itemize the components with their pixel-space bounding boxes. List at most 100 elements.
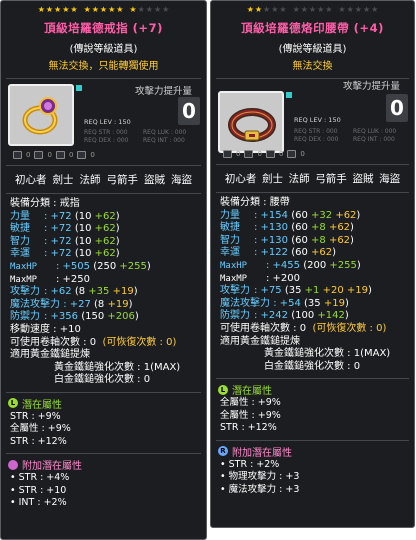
potential-header: L 潛在屬性 — [1, 397, 206, 411]
stat-attack: 攻擊力: +62 (8 +35 +19) — [10, 286, 206, 299]
item-stats: 裝備分類 : 戒指 力量: +72 (10 +62) 敏捷: +72 (10 +… — [1, 194, 206, 387]
stat-value: : +72 — [44, 223, 72, 235]
paren: ) — [356, 209, 361, 221]
trade-warning: 無法交換，只能轉獨使用 — [48, 61, 159, 72]
flag-icon — [55, 151, 65, 159]
golden-hammer: 適用黃金鐵鎚提煉 — [220, 335, 300, 347]
stat-label: MaxHP — [220, 260, 248, 271]
job-magician: 法師 — [288, 173, 310, 185]
stat-value: : +242 — [254, 310, 289, 322]
stat-bonus: +32 — [311, 209, 336, 221]
stat-defense: 防禦力: +242 (100 +142) — [220, 310, 414, 323]
stat-defense: 防禦力: +356 (150 +206) — [10, 311, 206, 324]
req-stats: REQ STR : 000 REQ LUK : 000 REQ DEX : 00… — [294, 128, 412, 143]
potential-line: STR : +9% — [10, 410, 61, 422]
stat-bonus: +62 — [94, 210, 116, 222]
stat-label: MaxMP — [220, 273, 248, 284]
stat-maxhp: MaxHP: +505 (250 +255) — [10, 261, 206, 274]
stat-label: MaxMP — [10, 274, 38, 285]
stat-base: (10 — [74, 248, 95, 260]
star-icon: ★ — [292, 5, 300, 14]
flag-icon — [34, 151, 44, 159]
job-warrior: 劍士 — [261, 173, 283, 185]
stat-extra: +19 — [112, 286, 134, 298]
item-header: 攻擊力提升量 0 REQ LEV : 150 REQ STR : 000 REQ… — [1, 81, 206, 165]
req-level: REQ LEV : 150 — [84, 118, 131, 126]
platinum-hammer-count: 白金鐵鎚強化次數 : 0 — [54, 374, 151, 386]
flag-value: 0 — [257, 150, 262, 158]
star-icon: ★ — [346, 5, 354, 14]
divider — [6, 453, 201, 455]
req-str: REQ STR : 000 — [294, 128, 338, 135]
star-icon: ★ — [354, 5, 362, 14]
attack-increase-label: 攻擊力提升量 — [134, 86, 192, 97]
star-icon: ★ — [338, 5, 346, 14]
req-int: REQ INT : 000 — [353, 136, 395, 143]
stat-label: 智力 — [220, 234, 240, 246]
paren: ) — [128, 298, 133, 310]
divider — [216, 378, 409, 380]
star-group: ★ ★ ★ ★ ★ — [293, 5, 333, 15]
potential-line: 全屬性 : +9% — [220, 409, 281, 421]
stat-extra: +62 — [328, 222, 351, 234]
paren: ) — [115, 235, 120, 247]
additional-potential-label: 附加潛在屬性 — [232, 447, 292, 459]
stat-bonus: +1 — [304, 285, 323, 297]
stat-label: 敏捷 — [10, 223, 30, 235]
slots-recover: (可恢復次數 : 0) — [102, 336, 177, 348]
stat-value: : +250 — [56, 273, 91, 285]
item-title: 頂級培羅德烙印腰帶 (+4) — [211, 20, 414, 36]
rare-badge-icon — [8, 459, 18, 470]
stat-value: : +72 — [44, 248, 72, 260]
job-warrior: 劍士 — [52, 174, 74, 186]
stat-base: (10 — [74, 223, 95, 235]
stat-magic-attack: 魔法攻擊力 : +27 (8 +19) — [10, 299, 206, 312]
paren: ) — [367, 285, 372, 297]
flag-value: 0 — [90, 151, 95, 159]
stat-value: : +72 — [44, 235, 72, 247]
potential-lines: 全屬性 : +9% 全屬性 : +9% STR : +12% — [211, 397, 414, 435]
stat-value: : +122 — [254, 247, 289, 259]
flag-icon — [13, 151, 22, 159]
job-thief: 盜賊 — [352, 173, 374, 185]
stat-value: : +200 — [266, 272, 301, 284]
flag-icon — [244, 150, 254, 158]
trade-warning: 無法交換 — [292, 61, 333, 72]
stat-value: : +154 — [254, 209, 289, 221]
item-flags: 0 0 0 0 — [223, 150, 305, 158]
stat-bonus: +62 — [94, 235, 116, 247]
stat-label: 防禦力 — [10, 311, 40, 323]
star-group: ★ ★ ★ ★ ★ — [129, 5, 169, 15]
paren: ) — [146, 260, 151, 272]
slots-recover: (可恢復次數 : 0) — [312, 322, 387, 334]
star-icon: ★ — [137, 5, 145, 14]
flag-icon — [287, 150, 297, 158]
star-icon: ★ — [129, 5, 137, 14]
star-icon: ★ — [246, 5, 254, 14]
potential-lines: STR : +9% 全屬性 : +9% STR : +12% — [1, 411, 206, 449]
stat-maxmp: MaxMP : +250 — [10, 274, 206, 287]
star-icon: ★ — [91, 5, 99, 14]
potential-line: • INT : +2% — [10, 497, 67, 509]
equip-category: 裝備分類 : 腰帶 — [220, 197, 290, 208]
stat-value: : +356 — [44, 311, 79, 323]
attack-increase-label: 攻擊力提升量 — [342, 81, 400, 92]
divider — [6, 391, 201, 393]
star-icon: ★ — [153, 5, 162, 14]
potential-line: • STR : +4% — [10, 472, 70, 484]
flag-value: 0 — [68, 151, 74, 159]
stat-base: (10 — [74, 210, 95, 222]
potential-label: 潛在屬性 — [232, 386, 272, 398]
star-force-row: ★ ★ ★ ★ ★ ★ ★ ★ ★ ★ ★ ★ ★ ★ ★ — [1, 5, 206, 15]
stat-bonus: +206 — [107, 311, 135, 323]
upgrade-slots: 可使用卷軸次數 : 0 (可恢復次數 : 0) — [10, 337, 206, 350]
flag-value: 0 — [300, 150, 305, 158]
stat-extra: +19 — [323, 297, 345, 309]
stat-base: (60 — [291, 247, 312, 259]
flag-icon — [223, 150, 232, 158]
star-icon: ★ — [263, 5, 271, 14]
potential-label: 潛在屬性 — [22, 399, 62, 411]
star-group: ★ ★ ★ ★ ★ — [38, 5, 78, 15]
attack-increase-value: 0 — [386, 94, 408, 122]
additional-potential-header: 附加潛在屬性 — [1, 458, 206, 472]
